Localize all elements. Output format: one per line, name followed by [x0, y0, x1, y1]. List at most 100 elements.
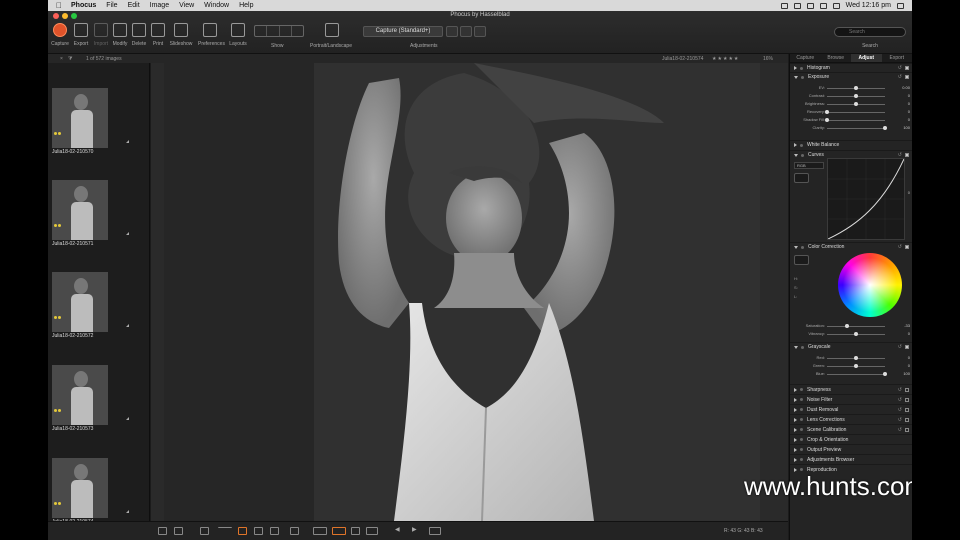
copy-adjust-button[interactable] — [460, 26, 472, 37]
slider-row[interactable]: Recovery: 0 — [790, 108, 912, 116]
slider-row[interactable]: Blue: 100 — [790, 370, 912, 378]
slider-row[interactable]: Brightness: 0 — [790, 100, 912, 108]
enable-checkbox[interactable] — [905, 407, 909, 412]
slider-value[interactable]: 0.00 — [902, 85, 910, 90]
tool-header-noise-filter[interactable]: Noise Filter ↺ — [790, 394, 912, 404]
menu-edit[interactable]: Edit — [128, 2, 140, 9]
reset-icon[interactable]: ↺ — [898, 407, 902, 413]
thumbnail-selected[interactable]: Julia18-02-210574 — [52, 458, 130, 525]
filter-icon[interactable]: ⧩ — [68, 56, 72, 62]
enable-checkbox[interactable] — [905, 75, 909, 79]
clock[interactable]: Wed 12:16 pm — [846, 2, 891, 9]
compare-icon[interactable] — [158, 527, 167, 535]
slideshow-button[interactable]: Slideshow — [169, 23, 193, 47]
zoom-level[interactable]: 16% — [763, 56, 773, 62]
white-balance-header[interactable]: White Balance — [790, 140, 912, 149]
slider-row[interactable]: Red: 0 — [790, 354, 912, 362]
slider-knob[interactable] — [854, 364, 858, 368]
slider-row[interactable]: Clarity: 100 — [790, 124, 912, 132]
slider-knob[interactable] — [883, 126, 887, 130]
eyedropper-icon[interactable] — [794, 255, 809, 265]
status-icon[interactable] — [806, 2, 814, 9]
reset-icon[interactable]: ↺ — [898, 417, 902, 423]
slider-knob[interactable] — [854, 86, 858, 90]
reset-icon[interactable]: ↺ — [898, 427, 902, 433]
close-icon[interactable]: × — [60, 56, 63, 62]
slider-knob[interactable] — [825, 110, 829, 114]
tab-capture[interactable]: Capture — [790, 54, 821, 62]
menu-view[interactable]: View — [179, 2, 194, 9]
grid-icon[interactable] — [351, 527, 360, 535]
brush-icon[interactable] — [238, 527, 247, 535]
enable-checkbox[interactable] — [905, 66, 909, 70]
wifi-icon[interactable] — [819, 2, 827, 9]
exposure-header[interactable]: Exposure ↺ — [790, 72, 912, 81]
straighten-icon[interactable] — [218, 527, 232, 535]
layouts-button[interactable]: Layouts — [226, 23, 250, 47]
text-align-icon[interactable] — [290, 527, 299, 535]
tool-header-output-preview[interactable]: Output Preview — [790, 444, 912, 454]
single-view-icon[interactable] — [174, 527, 183, 535]
reset-icon[interactable]: ↺ — [898, 244, 902, 250]
hand-icon[interactable] — [270, 527, 279, 535]
reset-icon[interactable]: ↺ — [898, 65, 902, 71]
slider-row[interactable]: Green: 0 — [790, 362, 912, 370]
curve-channel-select[interactable]: RGB — [794, 162, 824, 169]
portrait-landscape-button[interactable] — [320, 23, 344, 37]
star-rating[interactable]: ★★★★★ — [712, 56, 739, 62]
slider-track[interactable] — [827, 120, 885, 121]
fullscreen-icon[interactable] — [429, 527, 441, 535]
battery-icon[interactable] — [832, 2, 840, 9]
slider-knob[interactable] — [854, 102, 858, 106]
slider-track[interactable] — [827, 128, 885, 129]
enable-checkbox[interactable] — [905, 345, 909, 349]
status-icon[interactable] — [793, 2, 801, 9]
slider-row[interactable]: Shadow Fill: 0 — [790, 116, 912, 124]
slider-row[interactable]: EV: 0.00 — [790, 84, 912, 92]
slider-value[interactable]: 0 — [908, 363, 910, 368]
thumbnail[interactable]: Julia18-02-210572 — [52, 272, 130, 339]
histogram-header[interactable]: Histogram ↺ — [790, 63, 912, 72]
enable-checkbox[interactable] — [905, 245, 909, 249]
menu-image[interactable]: Image — [150, 2, 169, 9]
loupe-icon[interactable] — [254, 527, 263, 535]
slider-value[interactable]: 0 — [908, 101, 910, 106]
preferences-button[interactable]: Preferences — [198, 23, 225, 47]
slider-row[interactable]: Saturation: -33 — [790, 322, 912, 330]
slider-knob[interactable] — [854, 356, 858, 360]
menu-app[interactable]: Phocus — [71, 2, 96, 9]
mask-icon[interactable] — [313, 527, 327, 535]
tool-header-dust-removal[interactable]: Dust Removal ↺ — [790, 404, 912, 414]
search-input[interactable]: Search — [834, 27, 906, 37]
reset-icon[interactable]: ↺ — [898, 344, 902, 350]
reset-icon[interactable]: ↺ — [898, 387, 902, 393]
slider-value[interactable]: 100 — [903, 125, 910, 130]
tab-export[interactable]: Export — [882, 54, 913, 62]
slider-track[interactable] — [827, 374, 885, 375]
slider-track[interactable] — [827, 112, 885, 113]
menu-help[interactable]: Help — [239, 2, 253, 9]
tool-header-adjustments-browser[interactable]: Adjustments Browser — [790, 454, 912, 464]
slider-value[interactable]: 0 — [908, 117, 910, 122]
slider-value[interactable]: 0 — [908, 355, 910, 360]
menu-file[interactable]: File — [106, 2, 117, 9]
tool-header-crop-orientation[interactable]: Crop & Orientation — [790, 434, 912, 444]
tool-header-scene-calibration[interactable]: Scene Calibration ↺ — [790, 424, 912, 434]
grayscale-header[interactable]: Grayscale ↺ — [790, 342, 912, 351]
enable-checkbox[interactable] — [905, 427, 909, 432]
paste-adjust-button[interactable] — [474, 26, 486, 37]
enable-checkbox[interactable] — [905, 417, 909, 422]
tab-adjust[interactable]: Adjust — [851, 54, 882, 62]
status-icon[interactable] — [780, 2, 788, 9]
slider-knob[interactable] — [854, 332, 858, 336]
reset-icon[interactable]: ↺ — [898, 74, 902, 80]
slider-knob[interactable] — [845, 324, 850, 328]
slider-row[interactable]: Contrast: 0 — [790, 92, 912, 100]
color-wheel[interactable] — [838, 253, 902, 317]
adjustments-preset-select[interactable]: Capture (Standard+) — [363, 26, 443, 37]
main-photo[interactable] — [164, 63, 760, 521]
tab-browse[interactable]: Browse — [821, 54, 852, 62]
eyedropper-icon[interactable] — [794, 173, 809, 183]
slider-value[interactable]: 100 — [903, 371, 910, 376]
slider-value[interactable]: 0 — [908, 109, 910, 114]
